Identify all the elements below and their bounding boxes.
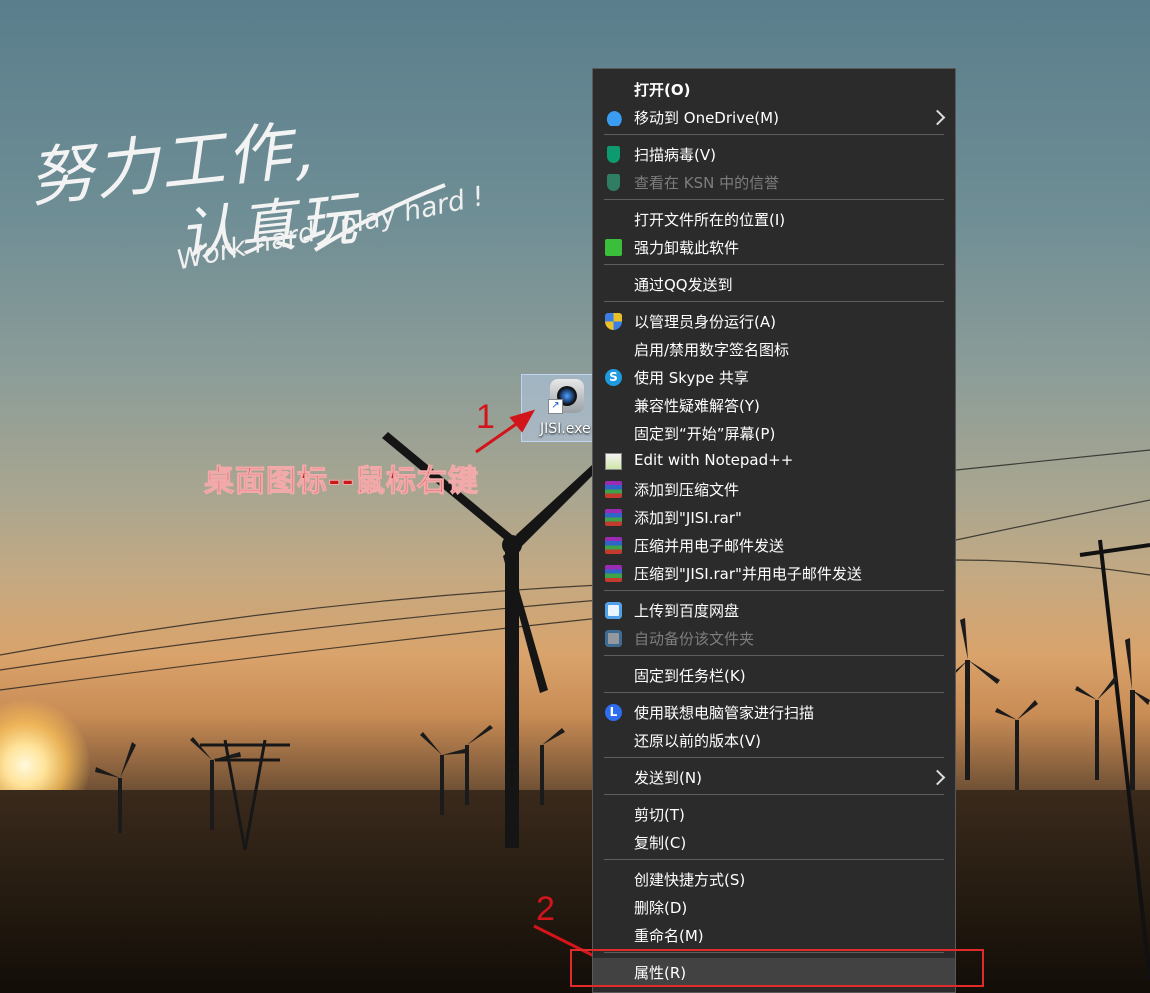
menu-item-label: 添加到压缩文件 [634,481,740,499]
menu-item-toggle-signature-icon[interactable]: 启用/禁用数字签名图标 [593,335,955,363]
lenovo-icon: L [605,704,622,721]
onedrive-icon [605,109,622,126]
menu-item-label: 强力卸载此软件 [634,239,740,257]
menu-separator [604,692,944,693]
menu-item-rename[interactable]: 重命名(M) [593,921,955,949]
menu-separator [604,757,944,758]
menu-item-label: 创建快捷方式(S) [634,871,746,889]
winrar-icon [605,509,622,526]
chevron-right-icon [929,769,946,786]
menu-separator [604,264,944,265]
menu-item-label: Edit with Notepad++ [634,451,794,469]
menu-item-label: 打开文件所在的位置(I) [634,211,786,229]
chevron-right-icon [929,109,946,126]
menu-separator [604,199,944,200]
menu-separator [604,301,944,302]
menu-item-lenovo-scan[interactable]: L 使用联想电脑管家进行扫描 [593,698,955,726]
menu-item-label: 使用 Skype 共享 [634,369,749,387]
skype-icon: S [605,369,622,386]
menu-item-label: 删除(D) [634,899,688,917]
menu-item-label: 启用/禁用数字签名图标 [634,341,790,359]
annotation-number-2: 2 [536,890,555,928]
menu-item-label: 复制(C) [634,834,687,852]
annotation-step1-text: 桌面图标--鼠标右键 [204,464,479,500]
annotation-highlight-box [570,949,984,987]
annotation-number-1: 1 [476,398,495,436]
menu-item-label: 通过QQ发送到 [634,276,733,294]
menu-item-delete[interactable]: 删除(D) [593,893,955,921]
menu-separator [604,134,944,135]
menu-item-upload-baidu[interactable]: 上传到百度网盘 [593,596,955,624]
menu-item-send-to[interactable]: 发送到(N) [593,763,955,791]
menu-item-add-to-archive[interactable]: 添加到压缩文件 [593,475,955,503]
menu-item-move-to-onedrive[interactable]: 移动到 OneDrive(M) [593,103,955,131]
menu-item-label: 兼容性疑难解答(Y) [634,397,760,415]
menu-separator [604,655,944,656]
menu-item-label: 发送到(N) [634,769,702,787]
menu-item-ksn-reputation: 查看在 KSN 中的信誉 [593,168,955,196]
menu-item-cut[interactable]: 剪切(T) [593,800,955,828]
menu-item-label: 以管理员身份运行(A) [634,313,776,331]
menu-item-label: 查看在 KSN 中的信誉 [634,174,780,192]
menu-separator [604,590,944,591]
menu-item-label: 自动备份该文件夹 [634,630,755,648]
menu-item-copy[interactable]: 复制(C) [593,828,955,856]
menu-item-label: 上传到百度网盘 [634,602,740,620]
menu-separator [604,794,944,795]
annotation-arrows [475,409,624,971]
menu-item-send-via-qq[interactable]: 通过QQ发送到 [593,270,955,298]
menu-item-compress-to-jisi-rar-and-email[interactable]: 压缩到"JISI.rar"并用电子邮件发送 [593,559,955,587]
context-menu[interactable]: 打开(O) 移动到 OneDrive(M) 扫描病毒(V) 查看在 KSN 中的… [592,68,956,993]
menu-item-create-shortcut[interactable]: 创建快捷方式(S) [593,865,955,893]
menu-item-restore-previous-versions[interactable]: 还原以前的版本(V) [593,726,955,754]
baidu-netdisk-icon [605,630,622,647]
menu-item-label: 剪切(T) [634,806,685,824]
menu-item-edit-notepadpp[interactable]: Edit with Notepad++ [593,447,955,475]
menu-item-label: 扫描病毒(V) [634,146,716,164]
menu-item-add-to-jisi-rar[interactable]: 添加到"JISI.rar" [593,503,955,531]
menu-item-label: 固定到“开始”屏幕(P) [634,425,776,443]
baidu-netdisk-icon [605,602,622,619]
menu-item-run-as-admin[interactable]: 以管理员身份运行(A) [593,307,955,335]
uninstall-bin-icon [605,239,622,256]
menu-item-label: 压缩并用电子邮件发送 [634,537,785,555]
menu-item-scan-virus[interactable]: 扫描病毒(V) [593,140,955,168]
kaspersky-shield-icon [607,174,620,191]
winrar-icon [605,565,622,582]
winrar-icon [605,481,622,498]
menu-item-label: 固定到任务栏(K) [634,667,746,685]
menu-item-label: 添加到"JISI.rar" [634,509,742,527]
notepad-plus-plus-icon [605,453,622,470]
uac-shield-icon [605,313,622,330]
menu-item-label: 重命名(M) [634,927,704,945]
menu-item-label: 还原以前的版本(V) [634,732,761,750]
kaspersky-shield-icon [607,146,620,163]
menu-separator [604,859,944,860]
menu-item-label: 移动到 OneDrive(M) [634,109,779,127]
menu-item-label: 使用联想电脑管家进行扫描 [634,704,815,722]
menu-item-troubleshoot-compatibility[interactable]: 兼容性疑难解答(Y) [593,391,955,419]
menu-item-pin-to-taskbar[interactable]: 固定到任务栏(K) [593,661,955,689]
annotation-arrowhead-1 [509,409,536,433]
menu-item-open[interactable]: 打开(O) [593,75,955,103]
winrar-icon [605,537,622,554]
menu-item-label: 打开(O) [634,81,691,99]
menu-item-open-file-location[interactable]: 打开文件所在的位置(I) [593,205,955,233]
menu-item-pin-to-start[interactable]: 固定到“开始”屏幕(P) [593,419,955,447]
menu-item-label: 压缩到"JISI.rar"并用电子邮件发送 [634,565,862,583]
menu-item-share-skype[interactable]: S 使用 Skype 共享 [593,363,955,391]
menu-item-auto-backup-folder: 自动备份该文件夹 [593,624,955,652]
menu-item-force-uninstall[interactable]: 强力卸载此软件 [593,233,955,261]
menu-item-compress-and-email[interactable]: 压缩并用电子邮件发送 [593,531,955,559]
